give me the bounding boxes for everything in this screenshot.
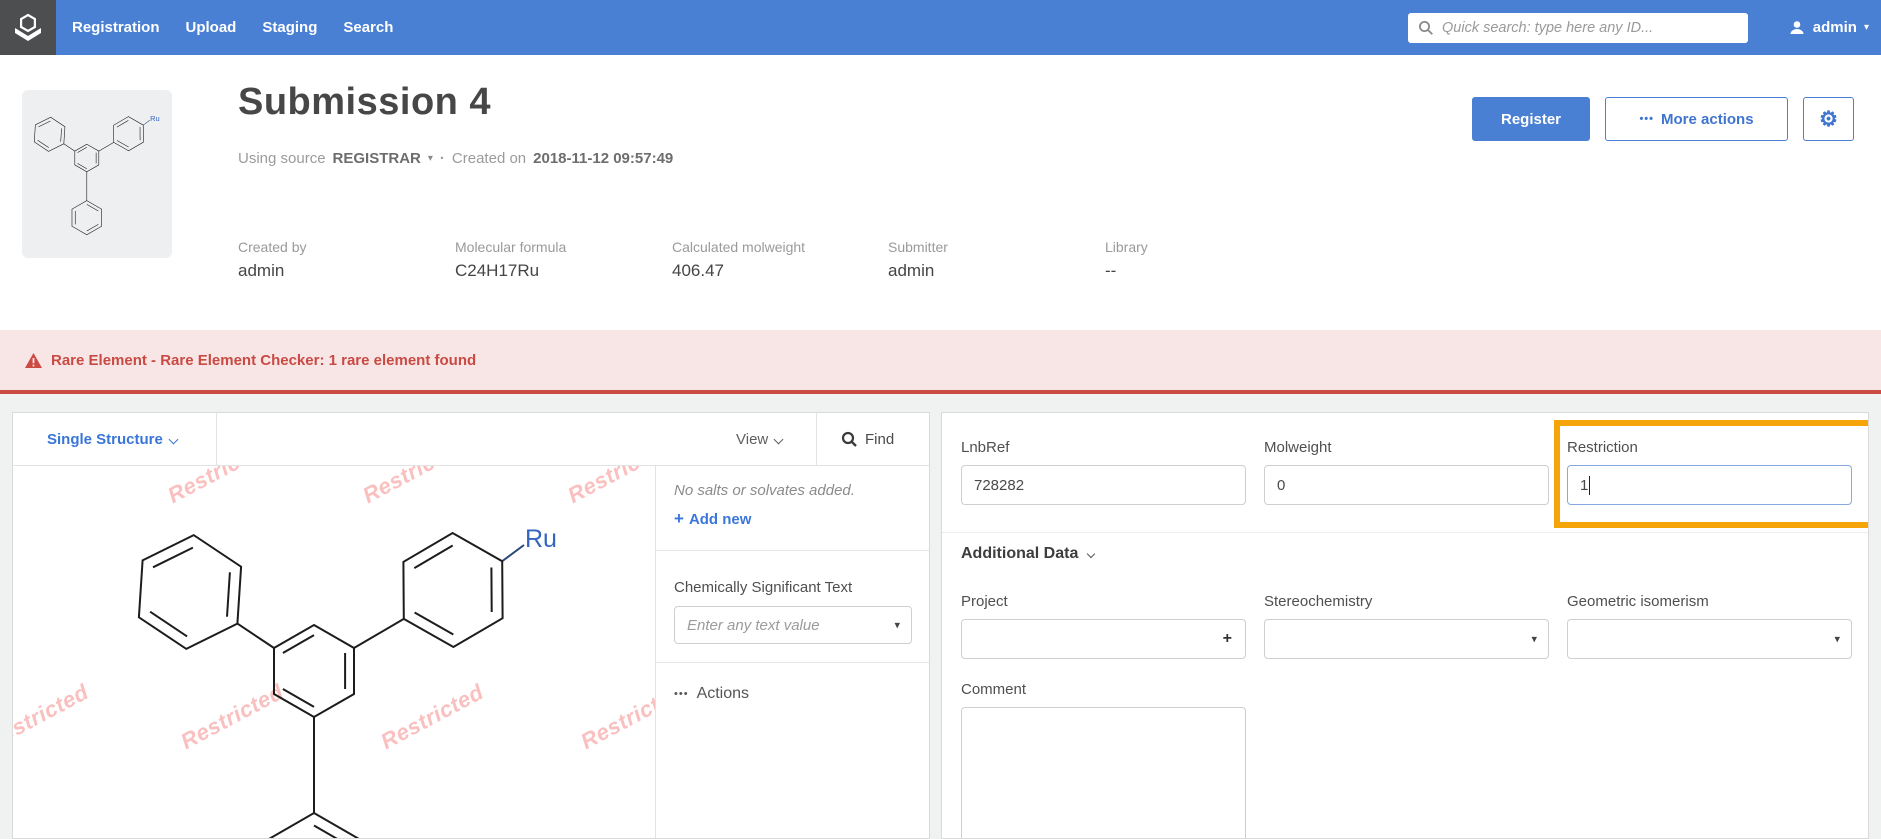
section-divider [942,532,1868,533]
search-icon [841,431,858,448]
main-menu: Registration Upload Staging Search [72,0,393,55]
quick-search-box[interactable] [1408,13,1748,43]
restriction-field: Restriction 1 [1567,439,1852,505]
comment-label: Comment [961,681,1246,698]
salts-empty-text: No salts or solvates added. [674,482,912,499]
text-cursor [1589,476,1590,495]
search-icon [1418,20,1434,36]
source-dropdown[interactable]: REGISTRAR [333,150,421,167]
structure-toolbar: Single Structure View Find [13,413,929,466]
molecule-drawing [13,466,668,839]
nav-item-staging[interactable]: Staging [262,19,317,36]
chemically-significant-text-section: Chemically Significant Text ▾ [656,551,930,663]
molecule-thumbnail-image [28,110,166,239]
register-button[interactable]: Register [1472,97,1590,141]
meta-created-by: Created by admin [238,239,306,281]
dot-separator: · [440,150,445,167]
molweight-label: Molweight [1264,439,1549,456]
project-label: Project [961,593,1246,610]
comment-textarea[interactable] [961,707,1246,839]
created-on-value: 2018-11-12 09:57:49 [533,150,673,167]
find-button[interactable]: Find [841,413,894,466]
lnbref-input[interactable] [961,465,1246,505]
caret-down-icon: ▾ [428,153,433,164]
lnbref-field: LnbRef [961,439,1246,505]
meta-submitter: Submitter admin [888,239,948,281]
salts-section: No salts or solvates added. + Add new [656,466,930,551]
warning-message: Rare Element - Rare Element Checker: 1 r… [51,352,476,369]
user-name: admin [1813,19,1857,36]
user-icon [1788,19,1806,37]
gear-icon: ⚙ [1819,107,1838,132]
view-dropdown[interactable]: View [736,413,782,466]
details-panel: LnbRef Molweight Restriction 1 Additiona… [941,412,1869,839]
settings-button[interactable]: ⚙ [1803,97,1854,141]
top-navbar: Registration Upload Staging Search admin… [0,0,1881,55]
chevron-down-icon [1087,550,1095,558]
add-new-button[interactable]: + Add new [674,509,912,529]
caret-down-icon: ▾ [1864,22,1869,33]
comment-field: Comment [961,681,1246,839]
chevron-down-icon [774,435,784,445]
chevron-down-icon [168,435,178,445]
toolbar-divider [216,413,217,466]
lnbref-label: LnbRef [961,439,1246,456]
geometric-isomerism-field: Geometric isomerism ▾ [1567,593,1852,659]
meta-calculated-molweight: Calculated molweight 406.47 [672,239,805,281]
ellipsis-icon: ••• [674,689,689,700]
cst-input[interactable] [674,606,912,644]
rare-element-warning-banner[interactable]: Rare Element - Rare Element Checker: 1 r… [0,330,1881,394]
cst-label: Chemically Significant Text [674,579,912,596]
stereochemistry-label: Stereochemistry [1264,593,1549,610]
structure-canvas[interactable]: Restricted Restricted Restricted Restric… [13,466,668,839]
molweight-field: Molweight [1264,439,1549,505]
molweight-input[interactable] [1264,465,1549,505]
nav-item-search[interactable]: Search [343,19,393,36]
structure-side-column: No salts or solvates added. + Add new Ch… [655,466,930,839]
structure-panel: Single Structure View Find Restricted Re… [12,412,930,839]
structure-mode-dropdown[interactable]: Single Structure [47,413,177,466]
using-source-label: Using source [238,150,326,167]
submission-header: Submission 4 Using source REGISTRAR ▾ · … [0,55,1881,330]
nav-item-upload[interactable]: Upload [186,19,237,36]
app-logo[interactable] [0,0,56,55]
plus-icon: + [674,509,684,529]
actions-menu[interactable]: ••• Actions [656,663,930,703]
additional-data-toggle[interactable]: Additional Data [961,545,1094,563]
quick-search-input[interactable] [1442,15,1748,41]
restriction-label: Restriction [1567,439,1852,456]
created-on-label: Created on [452,150,526,167]
stereochemistry-field: Stereochemistry ▾ [1264,593,1549,659]
toolbar-divider [816,413,817,466]
page-title: Submission 4 [238,81,491,124]
nav-item-registration[interactable]: Registration [72,19,160,36]
stereochemistry-select[interactable] [1264,619,1549,659]
structure-thumbnail[interactable] [22,90,172,258]
project-input[interactable] [961,619,1246,659]
ellipsis-icon: ••• [1639,114,1654,125]
geometric-isomerism-select[interactable] [1567,619,1852,659]
hexagon-box-logo-icon [12,12,44,44]
warning-triangle-icon [25,353,42,368]
user-menu[interactable]: admin ▾ [1788,0,1869,55]
submission-subline: Using source REGISTRAR ▾ · Created on 20… [238,150,673,167]
more-actions-button[interactable]: ••• More actions [1605,97,1788,141]
geometric-isomerism-label: Geometric isomerism [1567,593,1852,610]
meta-library: Library -- [1105,239,1148,281]
project-field: Project + [961,593,1246,659]
restriction-input[interactable]: 1 [1567,465,1852,505]
meta-molecular-formula: Molecular formula C24H17Ru [455,239,566,281]
more-actions-label: More actions [1661,111,1754,128]
